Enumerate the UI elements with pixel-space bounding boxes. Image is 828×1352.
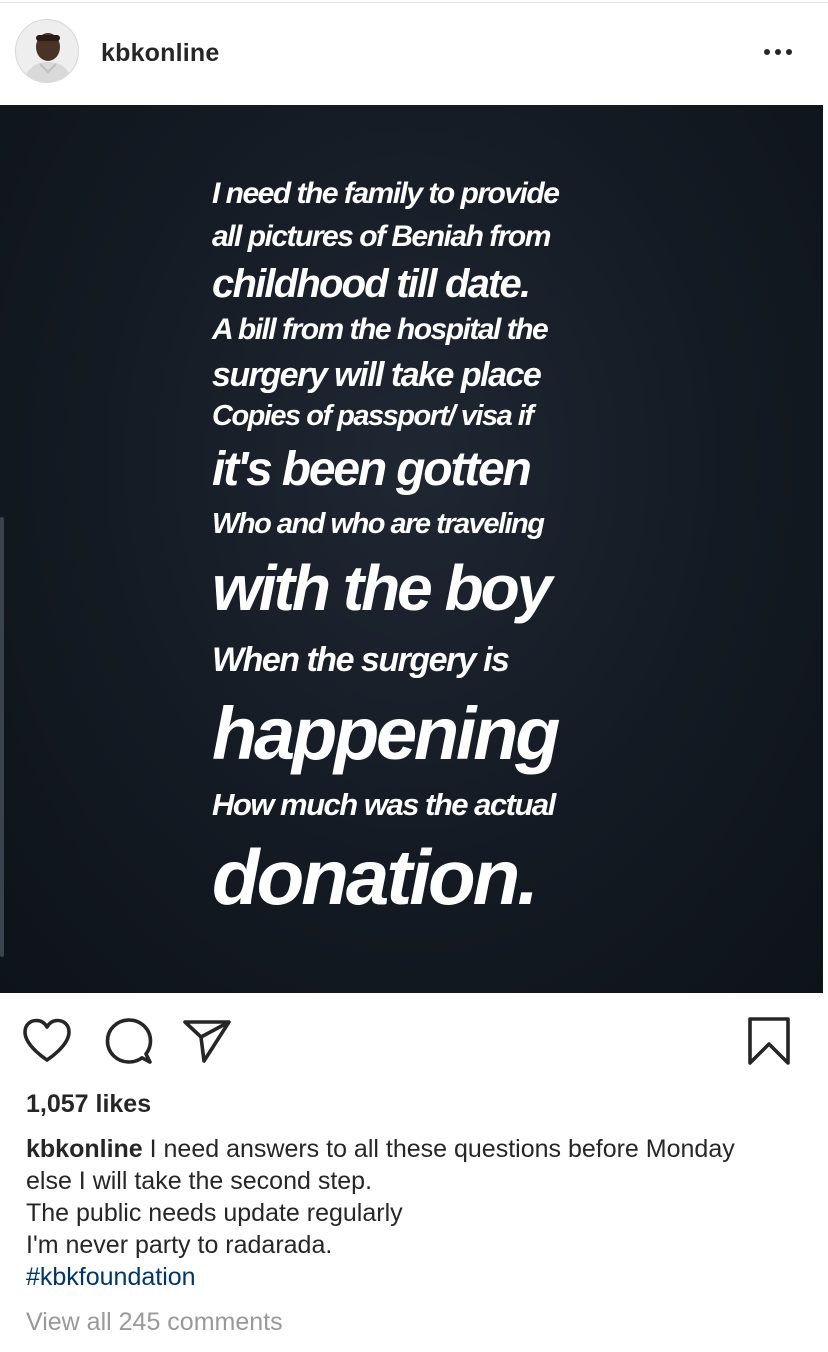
caption-line: else I will take the second step. xyxy=(26,1167,373,1195)
post-image-line: How much was the actual xyxy=(212,787,556,822)
post-image-line: it's been gotten xyxy=(212,443,532,496)
save-button[interactable] xyxy=(744,1013,794,1069)
caption-username[interactable]: kbkonline xyxy=(26,1135,143,1163)
post-username[interactable]: kbkonline xyxy=(101,39,220,68)
more-dot-icon xyxy=(764,49,770,55)
avatar[interactable] xyxy=(15,19,79,83)
caption-line: I'm never party to radarada. xyxy=(26,1231,333,1259)
post-image-line: happening xyxy=(212,692,560,775)
post-image-text: I need the family to provide all picture… xyxy=(0,105,823,993)
bookmark-icon xyxy=(748,1017,790,1065)
post-image-line: surgery will take place xyxy=(212,356,542,394)
avatar-photo xyxy=(16,20,78,82)
post-image-line: I need the family to provide xyxy=(212,177,560,210)
post-image-line: When the surgery is xyxy=(212,641,510,679)
likes-count[interactable]: 1,057 likes xyxy=(26,1090,151,1119)
heart-icon xyxy=(23,1018,71,1062)
post-image-line: Who and who are traveling xyxy=(212,508,545,540)
more-dot-icon xyxy=(775,49,781,55)
post-header: kbkonline xyxy=(0,3,828,103)
hashtag-link[interactable]: #kbkfoundation xyxy=(26,1261,806,1293)
caption-line: The public needs update regularly xyxy=(26,1199,403,1227)
post-image-line: with the boy xyxy=(212,552,552,624)
post-image-line: A bill from the hospital the xyxy=(212,313,549,346)
view-all-comments-link[interactable]: View all 245 comments xyxy=(26,1308,283,1337)
post-image-line: childhood till date. xyxy=(212,262,531,306)
caption-text: I need answers to all these questions be… xyxy=(149,1135,735,1163)
post-image-line: donation. xyxy=(212,833,539,921)
post-image-line: all pictures of Beniah from xyxy=(212,220,551,253)
share-button[interactable] xyxy=(180,1015,234,1067)
post-caption: kbkonline I need answers to all these qu… xyxy=(26,1133,806,1293)
post-image-line: Copies of passport/ visa if xyxy=(212,400,534,432)
action-bar xyxy=(0,995,828,1087)
post-image[interactable]: I need the family to provide all picture… xyxy=(0,105,823,993)
comment-button[interactable] xyxy=(102,1015,156,1067)
more-options-button[interactable] xyxy=(756,37,800,67)
more-dot-icon xyxy=(786,49,792,55)
caption-line: kbkonline I need answers to all these qu… xyxy=(26,1133,806,1165)
comment-icon xyxy=(105,1018,153,1064)
paper-plane-icon xyxy=(183,1020,231,1063)
like-button[interactable] xyxy=(20,1015,74,1067)
